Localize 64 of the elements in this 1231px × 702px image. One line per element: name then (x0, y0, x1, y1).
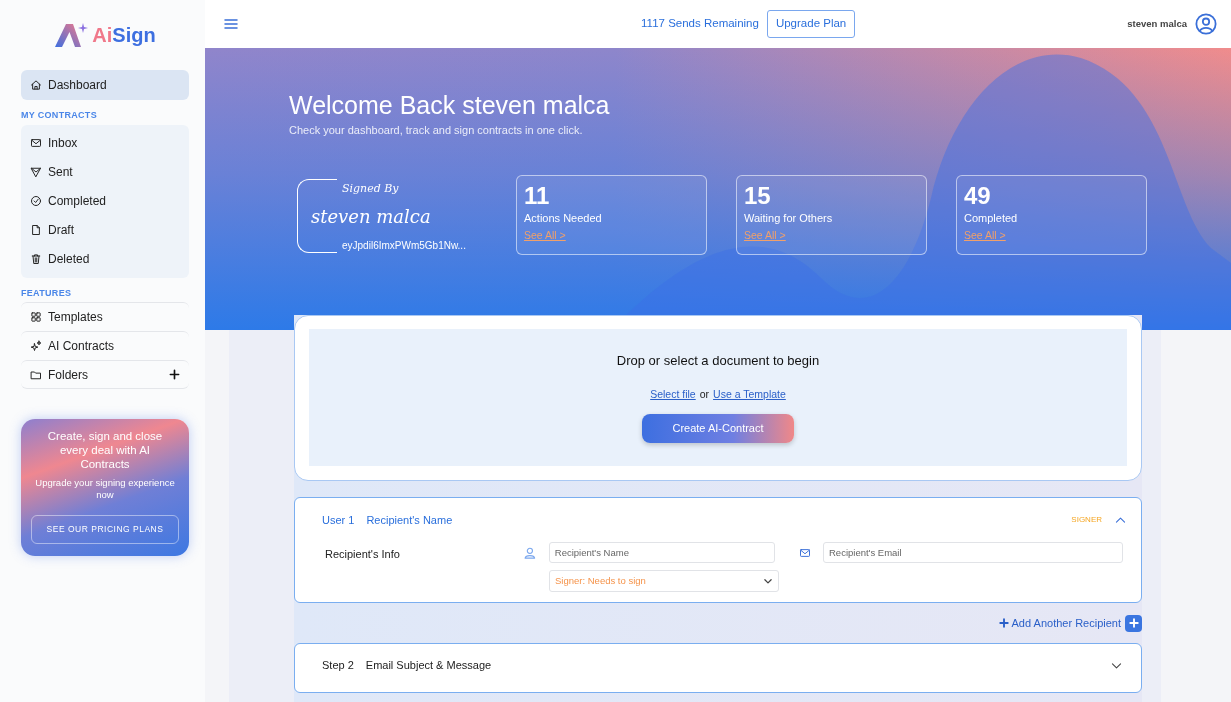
envelope-icon (799, 547, 811, 559)
sidebar-item[interactable]: Deleted (21, 244, 189, 274)
step-title: Email Subject & Message (365, 657, 492, 673)
stat-label: Completed (964, 210, 1019, 226)
check-circle-icon (30, 195, 42, 207)
home-icon (30, 79, 42, 91)
chevron-down-icon (763, 576, 773, 586)
stat-value: 15 (744, 181, 772, 210)
plus-icon (1128, 618, 1139, 628)
sidebar-item[interactable]: Sent (21, 157, 189, 187)
envelope-icon (30, 137, 42, 149)
sidebar-item[interactable]: Dashboard (21, 70, 189, 100)
signer-type-text: Signer: Needs to sign (555, 573, 646, 588)
name-field[interactable]: Recipient's Name (548, 542, 775, 563)
paper-plane-icon (30, 166, 42, 178)
sidebar-item[interactable]: Inbox (21, 128, 189, 158)
select-file-link[interactable]: Select file (650, 386, 696, 403)
person-icon (523, 545, 537, 560)
trash-icon (30, 253, 42, 265)
info-label: Recipient's Info (325, 547, 401, 562)
signature-caption: Signed By (342, 180, 400, 197)
step-number: Step 2 (322, 657, 354, 673)
step-card[interactable]: Step 2 Email Subject & Message (294, 643, 1142, 693)
grid-icon (30, 311, 42, 323)
stat-label: Waiting for Others (744, 210, 834, 226)
menu-icon (223, 16, 239, 32)
section-heading: MY CONTRACTS (21, 109, 98, 122)
signature-name: steven malca (311, 205, 432, 229)
stat-label: Actions Needed (524, 210, 603, 226)
document-icon (30, 224, 42, 236)
user-avatar-icon (1195, 13, 1217, 35)
sidebar-item[interactable]: Draft (21, 215, 189, 245)
section-heading: FEATURES (21, 286, 73, 300)
sidebar-item[interactable]: AI Contracts (21, 331, 189, 360)
template-link[interactable]: Use a Template (713, 386, 786, 403)
upgrade-button[interactable]: Upgrade Plan (766, 10, 856, 38)
drop-zone[interactable]: Drop or select a document to begin Select file or Use a Template Create AI-Contract (309, 329, 1127, 466)
create-contract-button[interactable]: Create AI-Contract (642, 414, 794, 443)
add-recipient-link[interactable]: Add Another Recipient (998, 614, 1121, 632)
logo-text: AiSign (92, 23, 156, 48)
or-text: or (699, 386, 710, 402)
add-button[interactable] (1125, 614, 1142, 632)
sidebar-item[interactable]: Templates (21, 302, 189, 331)
stat-value: 49 (964, 181, 992, 210)
sidebar-item[interactable]: Completed (21, 186, 189, 216)
signature-hash: eyJpdil6ImxPWm5Gb1Nw... (342, 239, 467, 253)
plus-icon (998, 618, 1009, 628)
welcome-subtitle: Check your dashboard, track and sign contracts in one click. (289, 123, 584, 138)
stat-value: 11 (524, 181, 551, 210)
recipient-step: User 1 (322, 511, 355, 529)
promo-text: Upgrade your signing experience now (34, 477, 176, 501)
user-name: steven malca (1127, 16, 1187, 31)
recipient-name: Recipient's Name (366, 512, 453, 528)
email-field[interactable]: Recipient's Email (823, 542, 1123, 563)
drop-title: Drop or select a document to begin (616, 352, 820, 370)
sidebar-item[interactable]: Folders (21, 360, 189, 389)
role-label: SIGNER (1071, 514, 1102, 526)
pricing-button[interactable]: SEE OUR PRICING PLANS (31, 515, 179, 544)
promo-title: Create, sign and close every deal with AI Contracts (46, 429, 164, 471)
sparkles-icon (30, 340, 42, 352)
sends-remaining: 1117 Sends Remaining (641, 16, 759, 32)
plus-icon[interactable] (169, 369, 180, 380)
welcome-title: Welcome Back steven malca (289, 90, 611, 120)
folder-icon (30, 368, 42, 381)
